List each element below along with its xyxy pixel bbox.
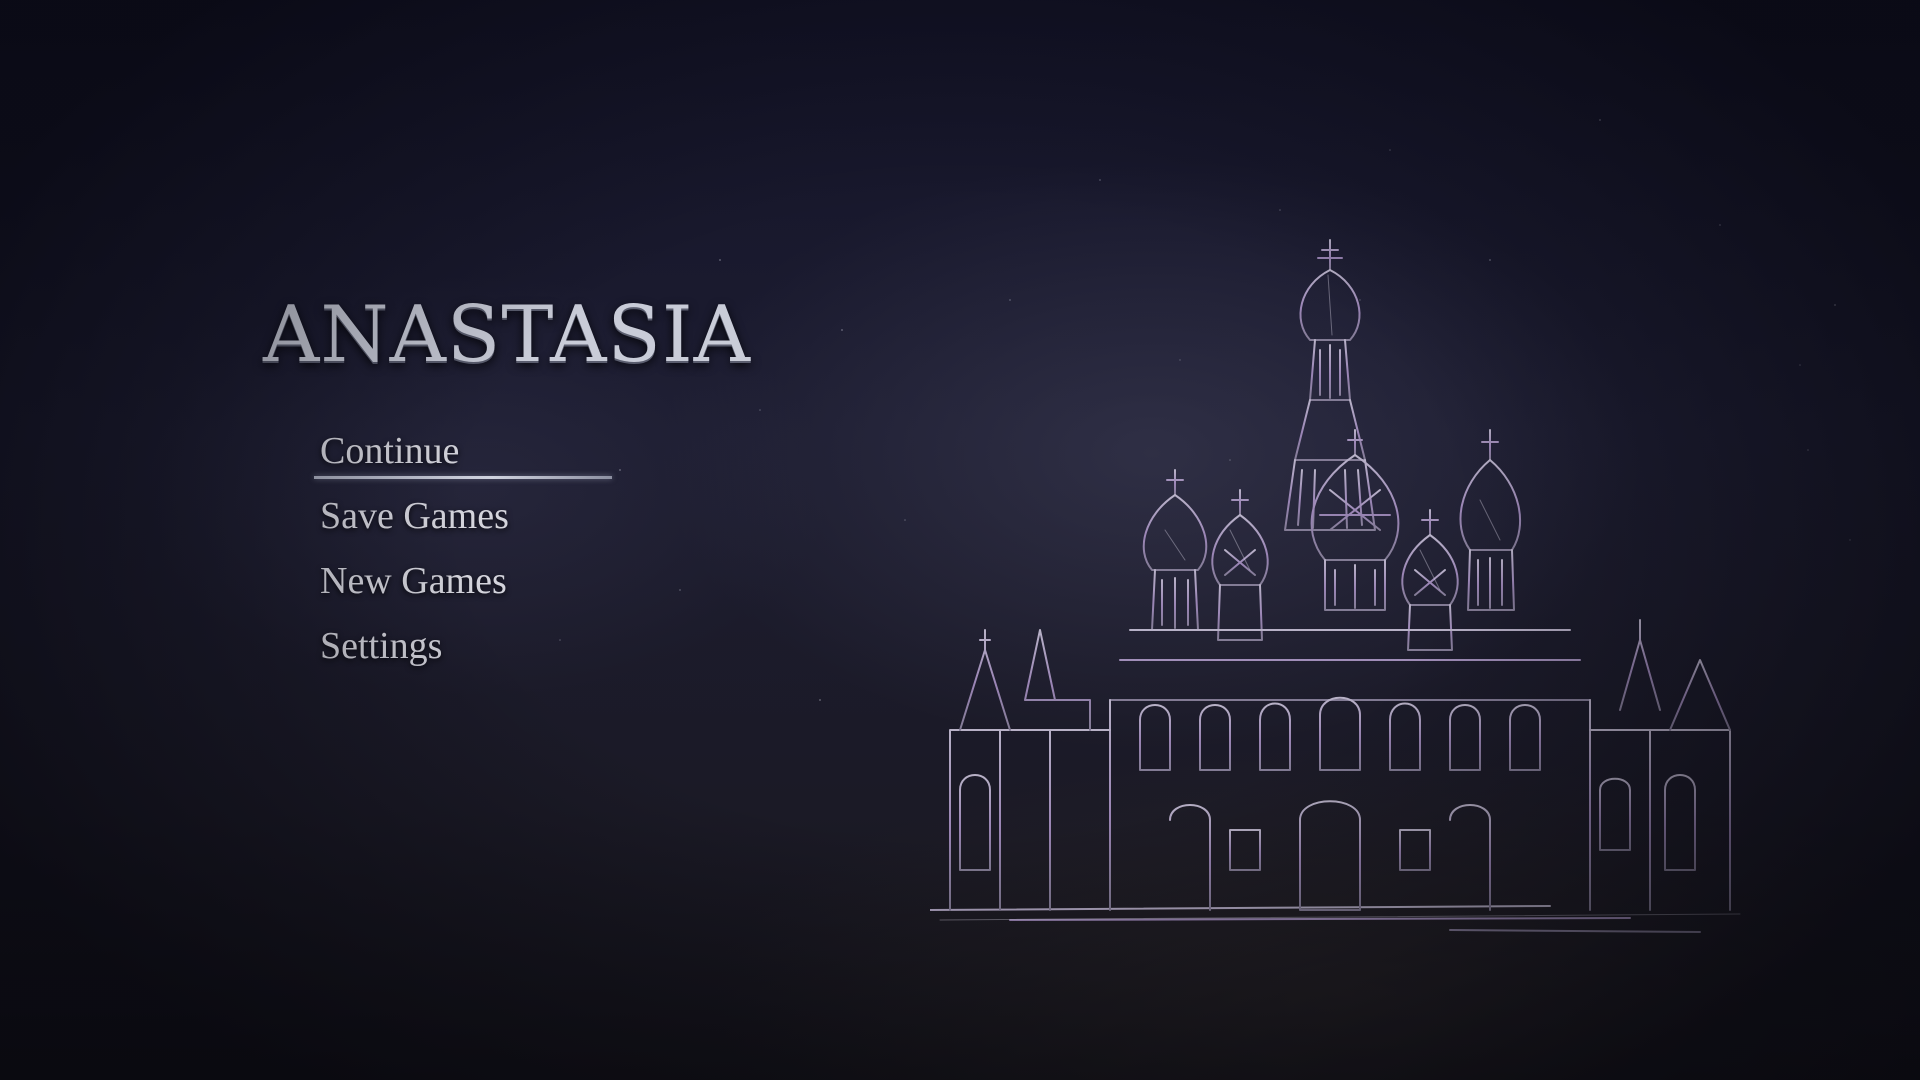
main-menu: Continue Save Games New Games Settings xyxy=(314,428,612,688)
game-title: ANASTASIA xyxy=(263,290,752,380)
main-menu-screen: ANASTASIA Continue Save Games New Games … xyxy=(0,0,1920,1080)
menu-item-settings[interactable]: Settings xyxy=(320,623,509,688)
menu-item-new-games[interactable]: New Games xyxy=(320,558,509,623)
menu-item-save-games[interactable]: Save Games xyxy=(320,493,509,558)
menu-item-continue[interactable]: Continue xyxy=(314,428,612,493)
cathedral-sketch-art xyxy=(930,239,1741,933)
